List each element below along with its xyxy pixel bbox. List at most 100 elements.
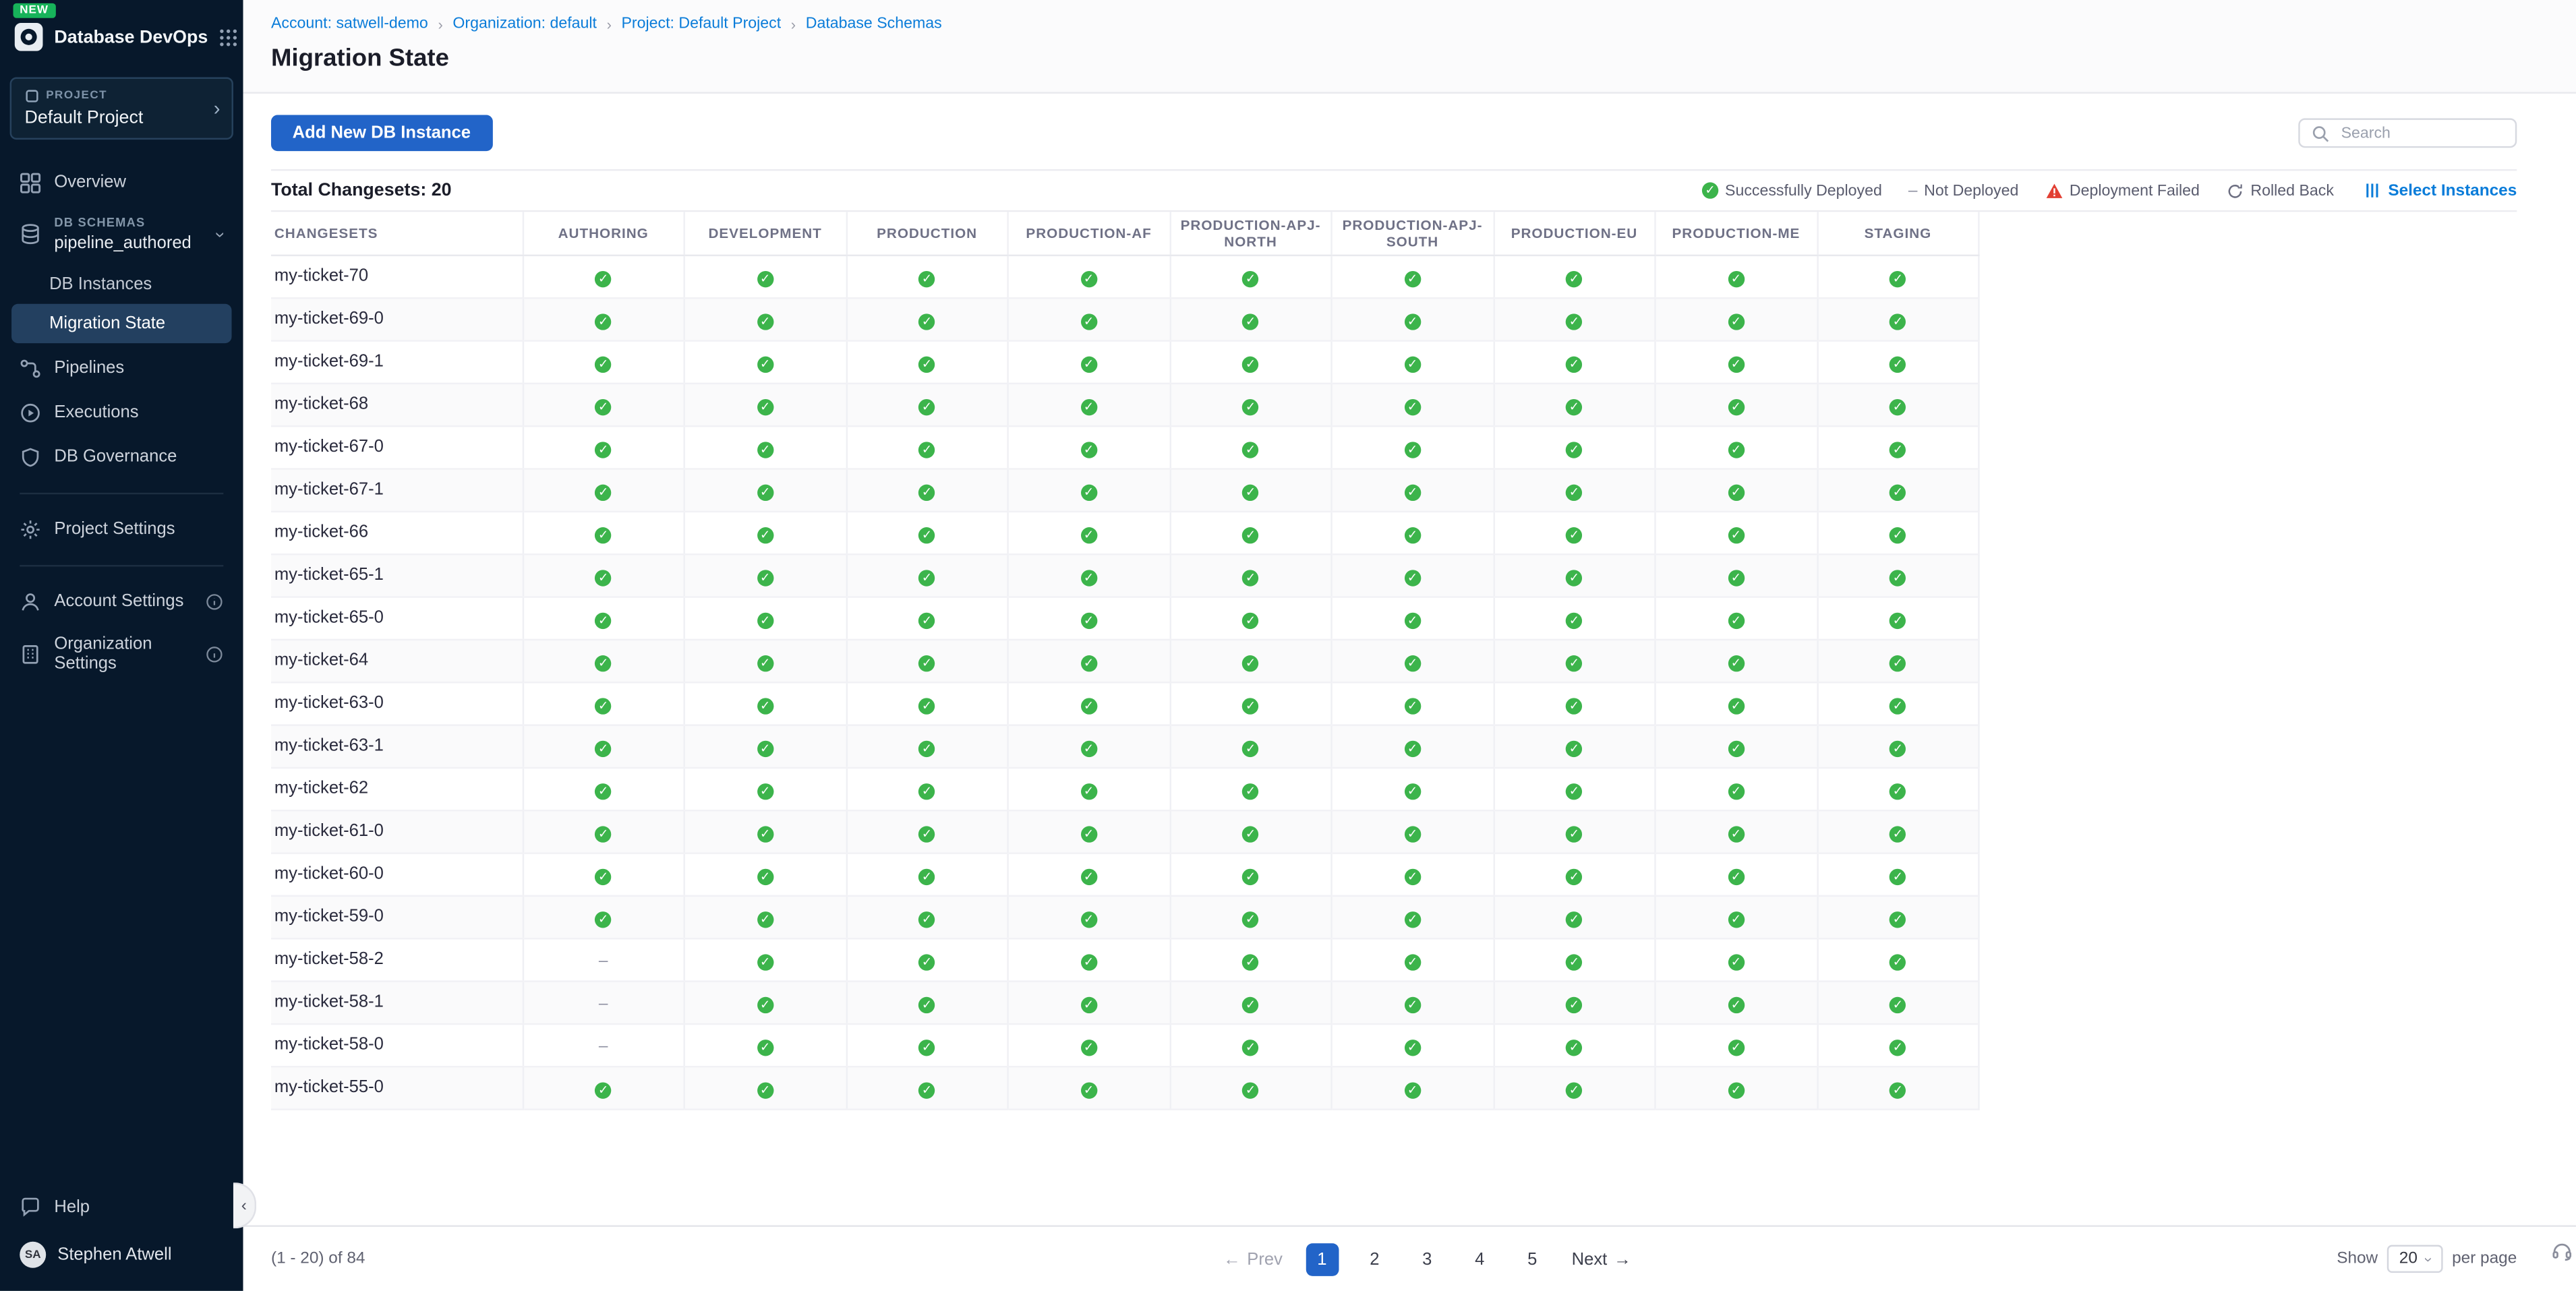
status-cell: ✓ [523,724,684,767]
help-label: Help [54,1197,90,1216]
deployed-check-icon: ✓ [595,740,612,756]
sidebar-item-overview[interactable]: Overview [0,161,243,206]
divider [20,493,223,494]
sidebar-item-label: Overview [54,174,126,193]
page-size-select[interactable]: 20 › [2388,1245,2442,1273]
project-label: PROJECT [46,90,107,102]
deployed-check-icon: ✓ [1728,313,1744,330]
deployed-check-icon: ✓ [1242,655,1258,671]
legend-deployment-failed: Deployment Failed [2045,181,2200,200]
status-cell: ✓ [846,938,1008,980]
status-cell: ✓ [1817,1066,1979,1108]
sidebar-item-migration-state[interactable]: Migration State [11,304,231,343]
apps-grid-icon[interactable] [218,27,237,47]
status-cell: ✓ [1655,425,1817,468]
status-cell: ✓ [1332,425,1494,468]
status-cell: ✓ [1008,938,1170,980]
sidebar-item-db-schemas[interactable]: DB SCHEMAS pipeline_authored › [0,206,243,263]
sidebar-item-executions[interactable]: Executions [0,391,243,436]
table-row: my-ticket-64✓✓✓✓✓✓✓✓✓ [271,639,1979,682]
sidebar-item-db-instances[interactable]: DB Instances [0,264,243,303]
status-cell: ✓ [1817,1023,1979,1066]
deployed-check-icon: ✓ [1404,740,1420,756]
search-input[interactable] [2338,122,2504,144]
status-cell: ✓ [1008,383,1170,425]
deployed-check-icon: ✓ [1242,868,1258,884]
status-cell: – [523,938,684,980]
status-cell: ✓ [523,852,684,895]
status-cell: ✓ [684,340,846,382]
page-button-5[interactable]: 5 [1516,1242,1549,1275]
status-cell: ✓ [846,425,1008,468]
deployed-check-icon: ✓ [1728,1040,1744,1056]
status-cell: ✓ [523,895,684,938]
deployed-check-icon: ✓ [1728,655,1744,671]
page-button-3[interactable]: 3 [1411,1242,1444,1275]
status-cell: ✓ [1817,596,1979,638]
prev-page-button[interactable]: ← Prev [1223,1249,1283,1269]
deployed-check-icon: ✓ [757,911,773,927]
status-cell: ✓ [1008,724,1170,767]
status-cell: ✓ [1170,810,1332,852]
deployed-check-icon: ✓ [1080,270,1096,287]
status-cell: ✓ [1817,682,1979,724]
sidebar-item-organization-settings[interactable]: Organization Settings [0,624,243,685]
table-row: my-ticket-67-0✓✓✓✓✓✓✓✓✓ [271,425,1979,468]
deployed-check-icon: ✓ [918,484,935,500]
deployed-check-icon: ✓ [1080,313,1096,330]
deployed-check-icon: ✓ [1404,1082,1420,1098]
status-cell: ✓ [523,511,684,553]
sidebar-item-account-settings[interactable]: Account Settings [0,580,243,624]
deployed-check-icon: ✓ [1080,783,1096,799]
status-cell: ✓ [1817,511,1979,553]
deployed-check-icon: ✓ [757,527,773,543]
deployed-check-icon: ✓ [1566,570,1582,586]
page-button-1[interactable]: 1 [1306,1242,1339,1275]
support-headset-icon[interactable] [2551,1240,2573,1261]
content-area: Add New DB Instance Total Changesets: 20… [243,94,2576,1226]
deployed-check-icon: ✓ [1890,313,1906,330]
sidebar-item-project-settings[interactable]: Project Settings [0,508,243,552]
deployed-check-icon: ✓ [918,996,935,1013]
pagination-pages: 12345 [1306,1242,1549,1275]
sidebar-item-db-governance[interactable]: DB Governance [0,436,243,480]
project-selector[interactable]: PROJECT Default Project › [10,78,233,140]
status-cell: ✓ [846,511,1008,553]
deployed-check-icon: ✓ [757,442,773,458]
search-box[interactable] [2298,118,2517,148]
status-cell: ✓ [846,340,1008,382]
check-circle-icon: ✓ [1702,182,1718,198]
changeset-name: my-ticket-63-1 [271,724,523,767]
user-menu[interactable]: SA Stephen Atwell [0,1228,243,1291]
deployed-check-icon: ✓ [757,698,773,714]
status-cell: ✓ [684,938,846,980]
db-schema-name: pipeline_authored [54,233,204,253]
page-button-4[interactable]: 4 [1463,1242,1496,1275]
deployed-check-icon: ✓ [1404,783,1420,799]
breadcrumb-separator-icon: › [607,16,612,32]
deployed-check-icon: ✓ [1080,527,1096,543]
deployed-check-icon: ✓ [595,313,612,330]
organization-icon [20,644,41,665]
status-cell: ✓ [523,596,684,638]
db-schemas-label: DB SCHEMAS [54,215,204,230]
app-window: NEW Database DevOps PROJECT Default Proj… [0,0,2576,1291]
page-button-2[interactable]: 2 [1358,1242,1391,1275]
add-db-instance-button[interactable]: Add New DB Instance [271,115,492,152]
sidebar-item-pipelines[interactable]: Pipelines [0,347,243,391]
breadcrumb-account[interactable]: Account: satwell-demo [271,15,428,33]
help-button[interactable]: Help [0,1184,243,1229]
legend-not-deployed: – Not Deployed [1908,181,2019,200]
changeset-name: my-ticket-63-0 [271,682,523,724]
deployed-check-icon: ✓ [918,868,935,884]
next-page-button[interactable]: Next → [1572,1249,1631,1269]
breadcrumb-organization[interactable]: Organization: default [452,15,597,33]
status-cell: ✓ [1655,682,1817,724]
select-instances-button[interactable]: Select Instances [2364,181,2517,200]
deployed-check-icon: ✓ [595,270,612,287]
chevron-right-icon: › [214,97,221,120]
status-cell: ✓ [1655,1023,1817,1066]
status-cell: ✓ [1170,468,1332,510]
breadcrumb-project[interactable]: Project: Default Project [621,15,781,33]
breadcrumb-database-schemas[interactable]: Database Schemas [806,15,942,33]
